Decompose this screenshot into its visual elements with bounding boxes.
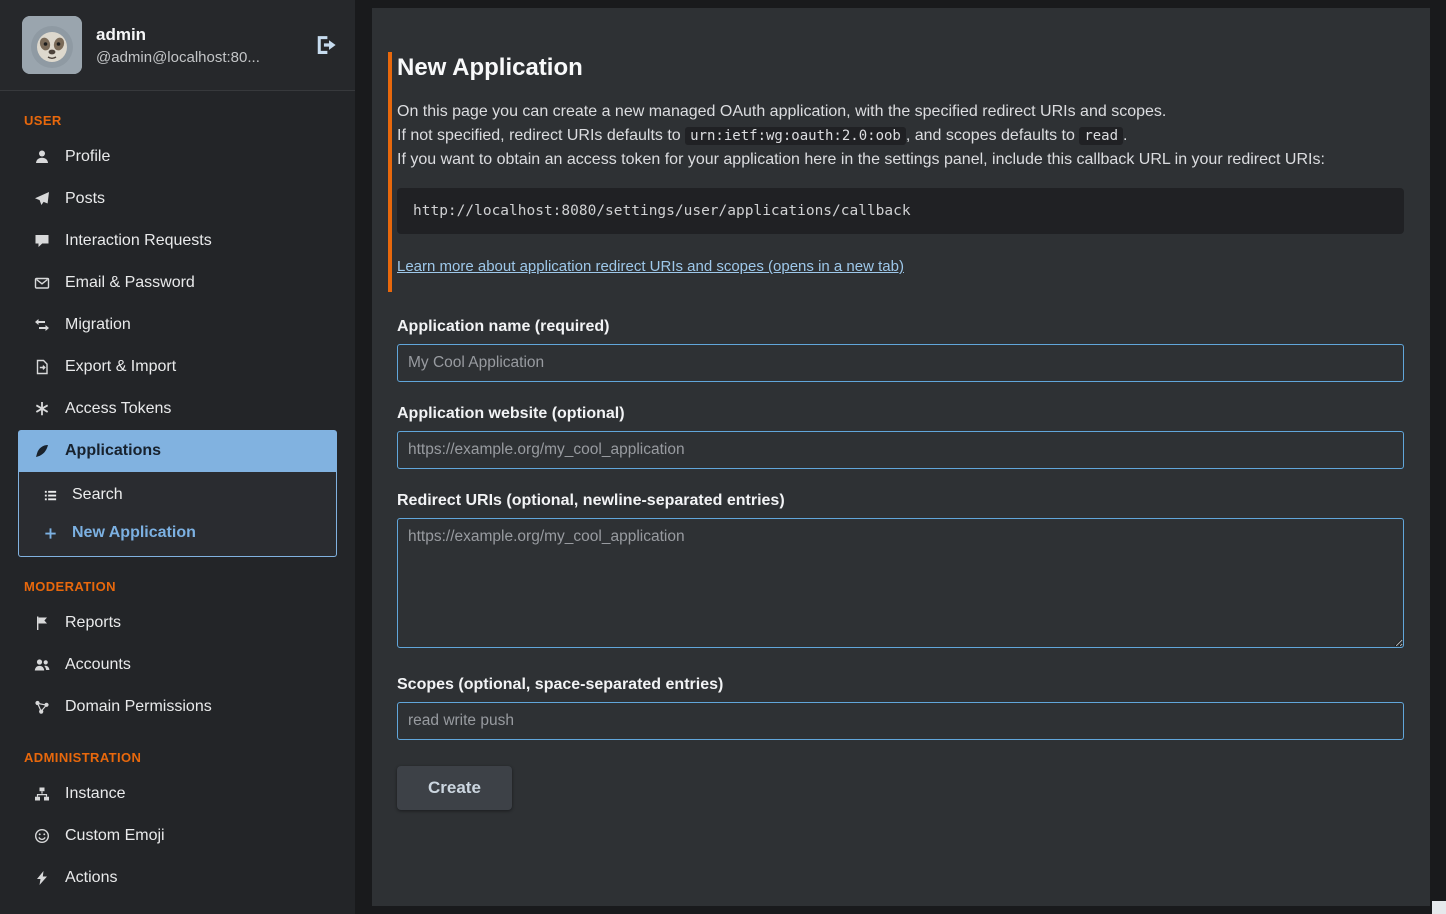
sidebar-item-label: Email & Password [65,274,195,292]
bolt-icon [32,870,52,886]
sidebar-item-instance[interactable]: Instance [18,773,337,815]
redirect-uris-textarea[interactable] [397,518,1404,648]
user-info: admin @admin@localhost:80... [96,25,260,66]
sidebar-item-label: Custom Emoji [65,827,165,845]
application-website-label: Application website (optional) [397,405,1404,423]
section-title-user: USER [24,113,331,128]
comment-icon [32,233,52,249]
sidebar-item-label: Domain Permissions [65,698,212,716]
sidebar-item-interaction-requests[interactable]: Interaction Requests [18,220,337,262]
redirect-uris-label: Redirect URIs (optional, newline-separat… [397,492,1404,510]
section-title-moderation: MODERATION [24,579,331,594]
file-export-icon [32,359,52,375]
sidebar-item-reports[interactable]: Reports [18,602,337,644]
exchange-arrows-icon [32,317,52,333]
create-button[interactable]: Create [397,766,512,810]
sidebar-item-domain-permissions[interactable]: Domain Permissions [18,686,337,728]
nav-user: Profile Posts Interaction Requests Email… [18,136,337,557]
sidebar-item-label: Reports [65,614,121,632]
nav-moderation: Reports Accounts Domain Permissions [18,602,337,728]
intro-line-1: On this page you can create a new manage… [397,100,1404,124]
sidebar-item-applications[interactable]: Applications [18,430,337,472]
intro-line-2: If not specified, redirect URIs defaults… [397,124,1404,148]
smiley-icon [32,828,52,844]
sidebar-item-actions[interactable]: Actions [18,857,337,899]
application-website-field: Application website (optional) [397,405,1404,469]
users-icon [32,657,52,673]
list-icon [41,488,59,503]
sidebar-item-label: Applications [65,442,161,460]
application-name-input[interactable] [397,344,1404,382]
application-website-input[interactable] [397,431,1404,469]
redirect-uris-field: Redirect URIs (optional, newline-separat… [397,492,1404,653]
sidebar-item-migration[interactable]: Migration [18,304,337,346]
sidebar-item-posts[interactable]: Posts [18,178,337,220]
submenu-item-label: New Application [72,524,196,542]
user-name: admin [96,25,260,45]
sidebar-item-label: Migration [65,316,131,334]
scrollbar-corner [1432,901,1446,914]
envelope-icon [32,275,52,291]
paper-plane-icon [32,191,52,207]
sidebar-item-accounts[interactable]: Accounts [18,644,337,686]
main-area: New Application On this page you can cre… [355,0,1446,914]
quill-icon [32,443,52,459]
new-application-panel: New Application On this page you can cre… [372,8,1430,906]
read-code: read [1079,127,1123,145]
user-handle: @admin@localhost:80... [96,49,260,66]
intro-line-3: If you want to obtain an access token fo… [397,148,1404,172]
applications-submenu: Search New Application [18,472,337,557]
sidebar-item-label: Accounts [65,656,131,674]
submenu-item-search[interactable]: Search [19,476,336,514]
plus-icon [41,526,59,541]
sidebar-item-label: Instance [65,785,125,803]
callback-url-codeblock: http://localhost:8080/settings/user/appl… [397,188,1404,234]
intro-section: New Application On this page you can cre… [388,52,1404,292]
sidebar-item-label: Interaction Requests [65,232,212,250]
sidebar-item-profile[interactable]: Profile [18,136,337,178]
application-name-label: Application name (required) [397,318,1404,336]
sidebar-item-export-import[interactable]: Export & Import [18,346,337,388]
application-name-field: Application name (required) [397,318,1404,382]
flag-icon [32,615,52,631]
learn-more-link[interactable]: Learn more about application redirect UR… [397,258,904,275]
avatar [22,16,82,74]
user-card: admin @admin@localhost:80... [0,0,355,91]
settings-sidebar: admin @admin@localhost:80... USER Profil… [0,0,355,914]
sidebar-item-email-password[interactable]: Email & Password [18,262,337,304]
network-nodes-icon [32,699,52,715]
user-icon [32,149,52,165]
sidebar-item-custom-emoji[interactable]: Custom Emoji [18,815,337,857]
sitemap-icon [32,786,52,802]
section-title-administration: ADMINISTRATION [24,750,331,765]
sidebar-item-label: Posts [65,190,105,208]
page-title: New Application [397,54,1404,82]
logout-button[interactable] [315,34,337,56]
scopes-input[interactable] [397,702,1404,740]
scopes-field: Scopes (optional, space-separated entrie… [397,676,1404,740]
submenu-item-label: Search [72,486,123,504]
sidebar-item-label: Actions [65,869,117,887]
oob-code: urn:ietf:wg:oauth:2.0:oob [685,127,906,145]
nav-administration: Instance Custom Emoji Actions [18,773,337,899]
scopes-label: Scopes (optional, space-separated entrie… [397,676,1404,694]
sidebar-item-label: Export & Import [65,358,176,376]
new-application-form: Application name (required) Application … [397,318,1404,810]
submenu-item-new-application[interactable]: New Application [19,514,336,552]
sidebar-item-label: Access Tokens [65,400,171,418]
certificate-icon [32,401,52,417]
sidebar-item-label: Profile [65,148,110,166]
sign-out-icon [315,34,337,56]
sidebar-item-access-tokens[interactable]: Access Tokens [18,388,337,430]
